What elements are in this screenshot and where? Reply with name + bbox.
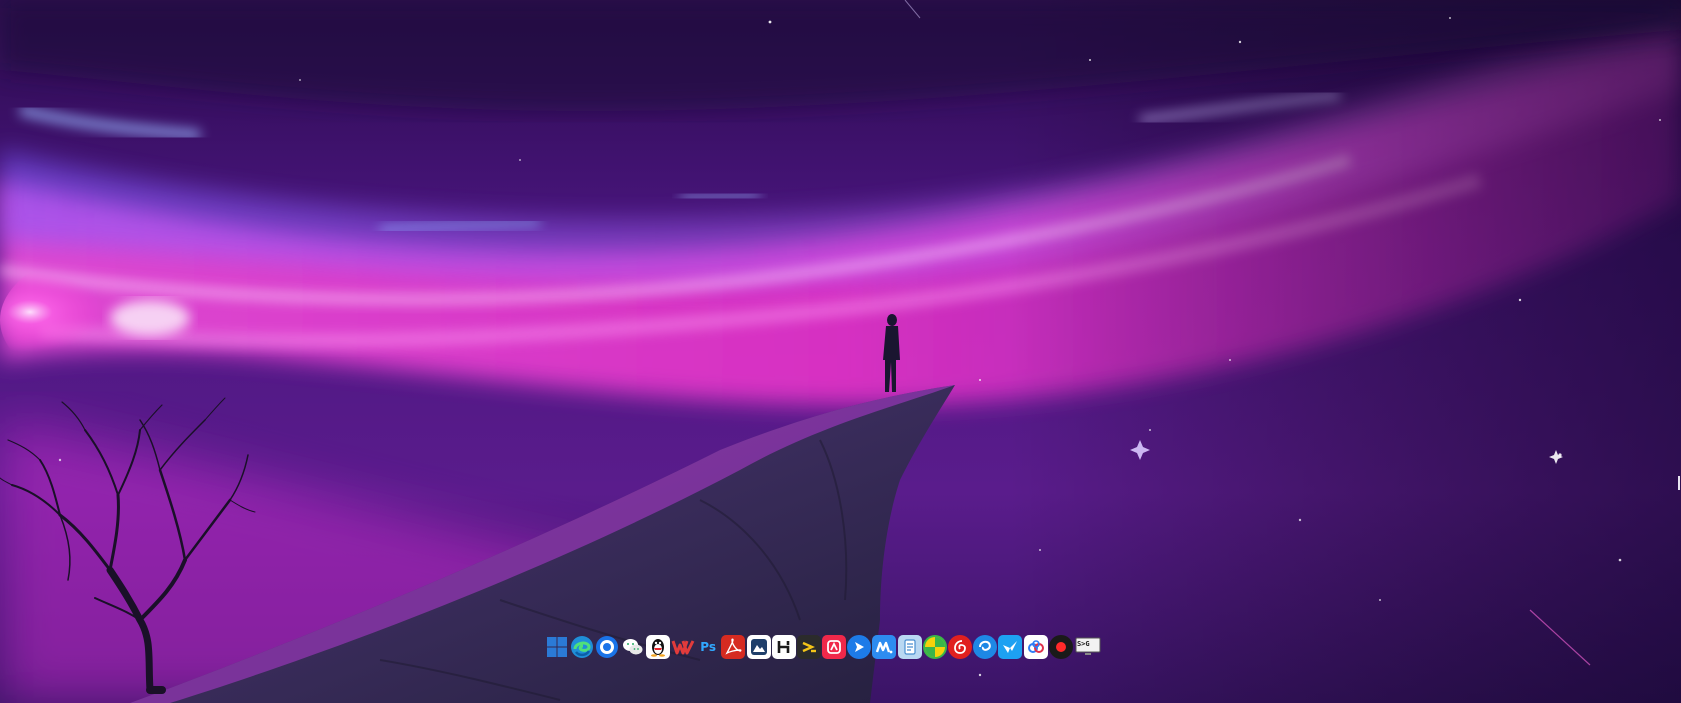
bird-app-icon[interactable] xyxy=(998,635,1023,659)
wechat-icon[interactable] xyxy=(621,635,645,659)
wallpaper xyxy=(0,0,1681,703)
screen-edge-marker xyxy=(1678,476,1680,490)
windows-start-icon[interactable] xyxy=(545,635,569,659)
mountain-app-icon[interactable] xyxy=(746,635,771,659)
netease-music-icon[interactable] xyxy=(948,635,972,659)
monitor-app-icon[interactable]: S>G xyxy=(1074,635,1102,659)
monitor-app-icon-label: S>G xyxy=(1076,640,1090,648)
photoshop-icon-label: Ps xyxy=(700,640,716,654)
green-yellow-icon[interactable] xyxy=(922,635,947,659)
cloud-drive-icon[interactable] xyxy=(1023,635,1048,659)
blue-swirl-icon[interactable] xyxy=(973,635,998,659)
photoshop-icon[interactable]: Ps xyxy=(696,635,720,659)
record-icon[interactable] xyxy=(1048,635,1073,659)
blue-arrow-icon[interactable] xyxy=(847,635,872,659)
desktop: Ps S>G xyxy=(0,0,1681,703)
acrobat-pdf-icon[interactable] xyxy=(721,635,746,659)
h-app-icon[interactable] xyxy=(771,635,796,659)
arrow-app-icon[interactable] xyxy=(796,635,821,659)
circle-browser-icon[interactable] xyxy=(595,635,619,659)
m-app-icon[interactable] xyxy=(872,635,897,659)
red-app-icon[interactable] xyxy=(822,635,847,659)
qq-penguin-icon[interactable] xyxy=(645,635,670,659)
document-app-icon[interactable] xyxy=(897,635,922,659)
edge-browser-icon[interactable] xyxy=(570,635,594,659)
wps-office-icon[interactable] xyxy=(671,635,695,659)
taskbar: Ps S>G xyxy=(545,634,1102,660)
